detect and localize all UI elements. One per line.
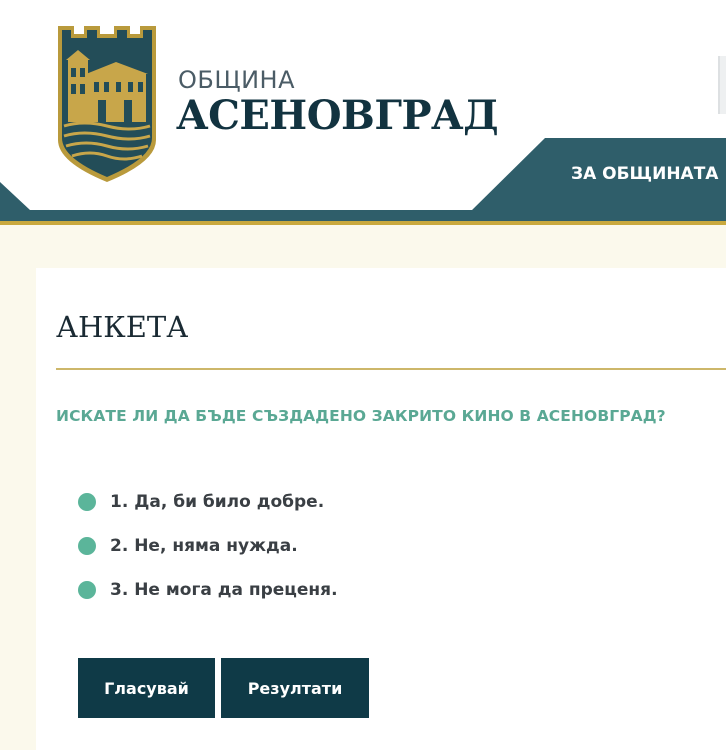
poll-option-label: 1. Да, би било добре. [110, 492, 325, 512]
poll-panel: АНКЕТА ИСКАТЕ ЛИ ДА БЪДЕ СЪЗДАДЕНО ЗАКРИ… [36, 268, 726, 750]
title-divider [56, 368, 726, 370]
city-name[interactable]: АСЕНОВГРАД [176, 92, 499, 139]
results-button[interactable]: Резултати [221, 658, 369, 718]
poll-option-label: 2. Не, няма нужда. [110, 536, 298, 556]
poll-option-2[interactable]: 2. Не, няма нужда. [78, 532, 578, 560]
site-header: ОБЩИНА АСЕНОВГРАД ЗА ОБЩИНАТА [0, 0, 726, 225]
nav-item-about[interactable]: ЗА ОБЩИНАТА [571, 164, 718, 184]
poll-option-1[interactable]: 1. Да, би било добре. [78, 488, 578, 516]
header-search-box[interactable] [718, 56, 726, 114]
vote-button[interactable]: Гласувай [78, 658, 215, 718]
asenovgrad-crest-icon[interactable] [54, 22, 160, 186]
radio-dot-icon[interactable] [78, 581, 96, 599]
municipality-label: ОБЩИНА [178, 66, 296, 94]
poll-option-3[interactable]: 3. Не мога да преценя. [78, 576, 578, 604]
radio-dot-icon[interactable] [78, 493, 96, 511]
poll-option-label: 3. Не мога да преценя. [110, 580, 338, 600]
poll-title: АНКЕТА [56, 310, 189, 344]
poll-question: ИСКАТЕ ЛИ ДА БЪДЕ СЪЗДАДЕНО ЗАКРИТО КИНО… [56, 407, 666, 425]
radio-dot-icon[interactable] [78, 537, 96, 555]
